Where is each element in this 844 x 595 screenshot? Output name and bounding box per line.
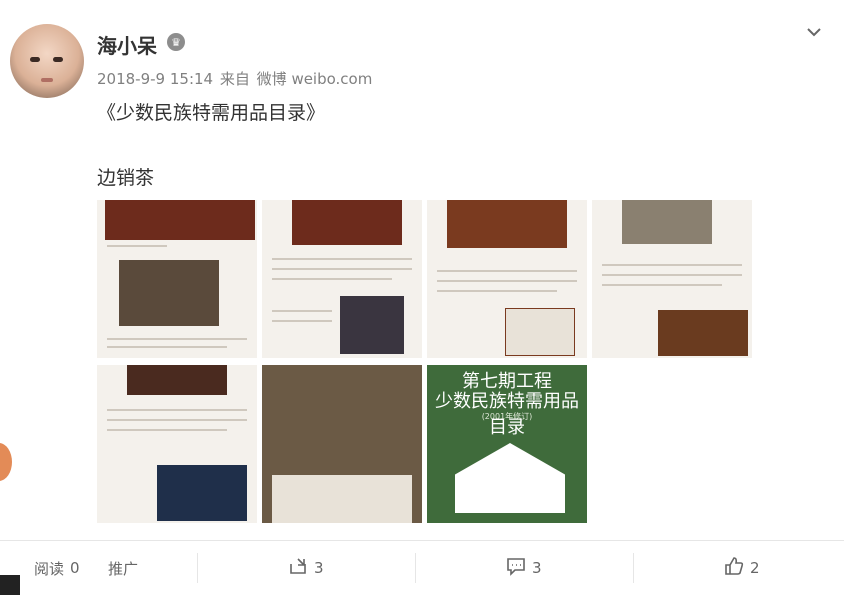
promote-button[interactable]: 推广: [108, 553, 138, 583]
image-thumbnail[interactable]: [427, 200, 587, 358]
comment-icon: [506, 556, 526, 580]
image-grid: 第七期工程 少数民族特需用品目录 (2001年修订): [97, 200, 757, 525]
post-text-line2: 边销茶: [97, 167, 155, 189]
read-label: 阅读: [34, 559, 65, 578]
avatar-mouth: [41, 78, 53, 82]
username[interactable]: 海小呆: [97, 30, 157, 59]
comment-button[interactable]: 3: [506, 553, 542, 583]
action-separator: [197, 553, 198, 583]
yurt-illustration: [455, 443, 565, 513]
thumbs-up-icon: [724, 556, 744, 580]
image-thumbnail[interactable]: [592, 200, 752, 358]
avatar-eye: [53, 57, 63, 62]
image-thumbnail[interactable]: [262, 365, 422, 523]
share-button[interactable]: 3: [288, 553, 324, 583]
post-meta: 2018-9-9 15:14 来自 微博 weibo.com: [97, 68, 374, 89]
read-value: 0: [70, 559, 80, 577]
post-text-line1: 《少数民族特需用品目录》: [97, 102, 326, 124]
vip-crown-icon[interactable]: ♛: [167, 33, 185, 51]
share-icon: [288, 556, 308, 580]
footer-divider: [0, 540, 844, 541]
chevron-down-icon[interactable]: [806, 24, 822, 40]
like-count: 2: [750, 559, 760, 577]
like-button[interactable]: 2: [724, 553, 760, 583]
post-source[interactable]: 微博 weibo.com: [257, 70, 373, 88]
cover-subtitle: (2001年修订): [481, 412, 533, 421]
action-separator: [633, 553, 634, 583]
from-label: 来自: [219, 70, 250, 88]
post-date[interactable]: 2018-9-9 15:14: [97, 70, 213, 88]
comment-count: 3: [532, 559, 542, 577]
share-count: 3: [314, 559, 324, 577]
image-thumbnail[interactable]: 第七期工程 少数民族特需用品目录 (2001年修订): [427, 365, 587, 523]
action-bar: 阅读 0 推广 3 3 2: [0, 553, 844, 583]
image-thumbnail[interactable]: [97, 200, 257, 358]
image-thumbnail[interactable]: [262, 200, 422, 358]
image-thumbnail[interactable]: [97, 365, 257, 523]
avatar[interactable]: [10, 24, 84, 98]
corner-icon: [0, 575, 20, 595]
action-separator: [415, 553, 416, 583]
avatar-eye: [30, 57, 40, 62]
read-count: 阅读 0: [34, 553, 80, 583]
promote-label: 推广: [108, 559, 139, 578]
floating-avatar-icon[interactable]: [0, 443, 12, 481]
